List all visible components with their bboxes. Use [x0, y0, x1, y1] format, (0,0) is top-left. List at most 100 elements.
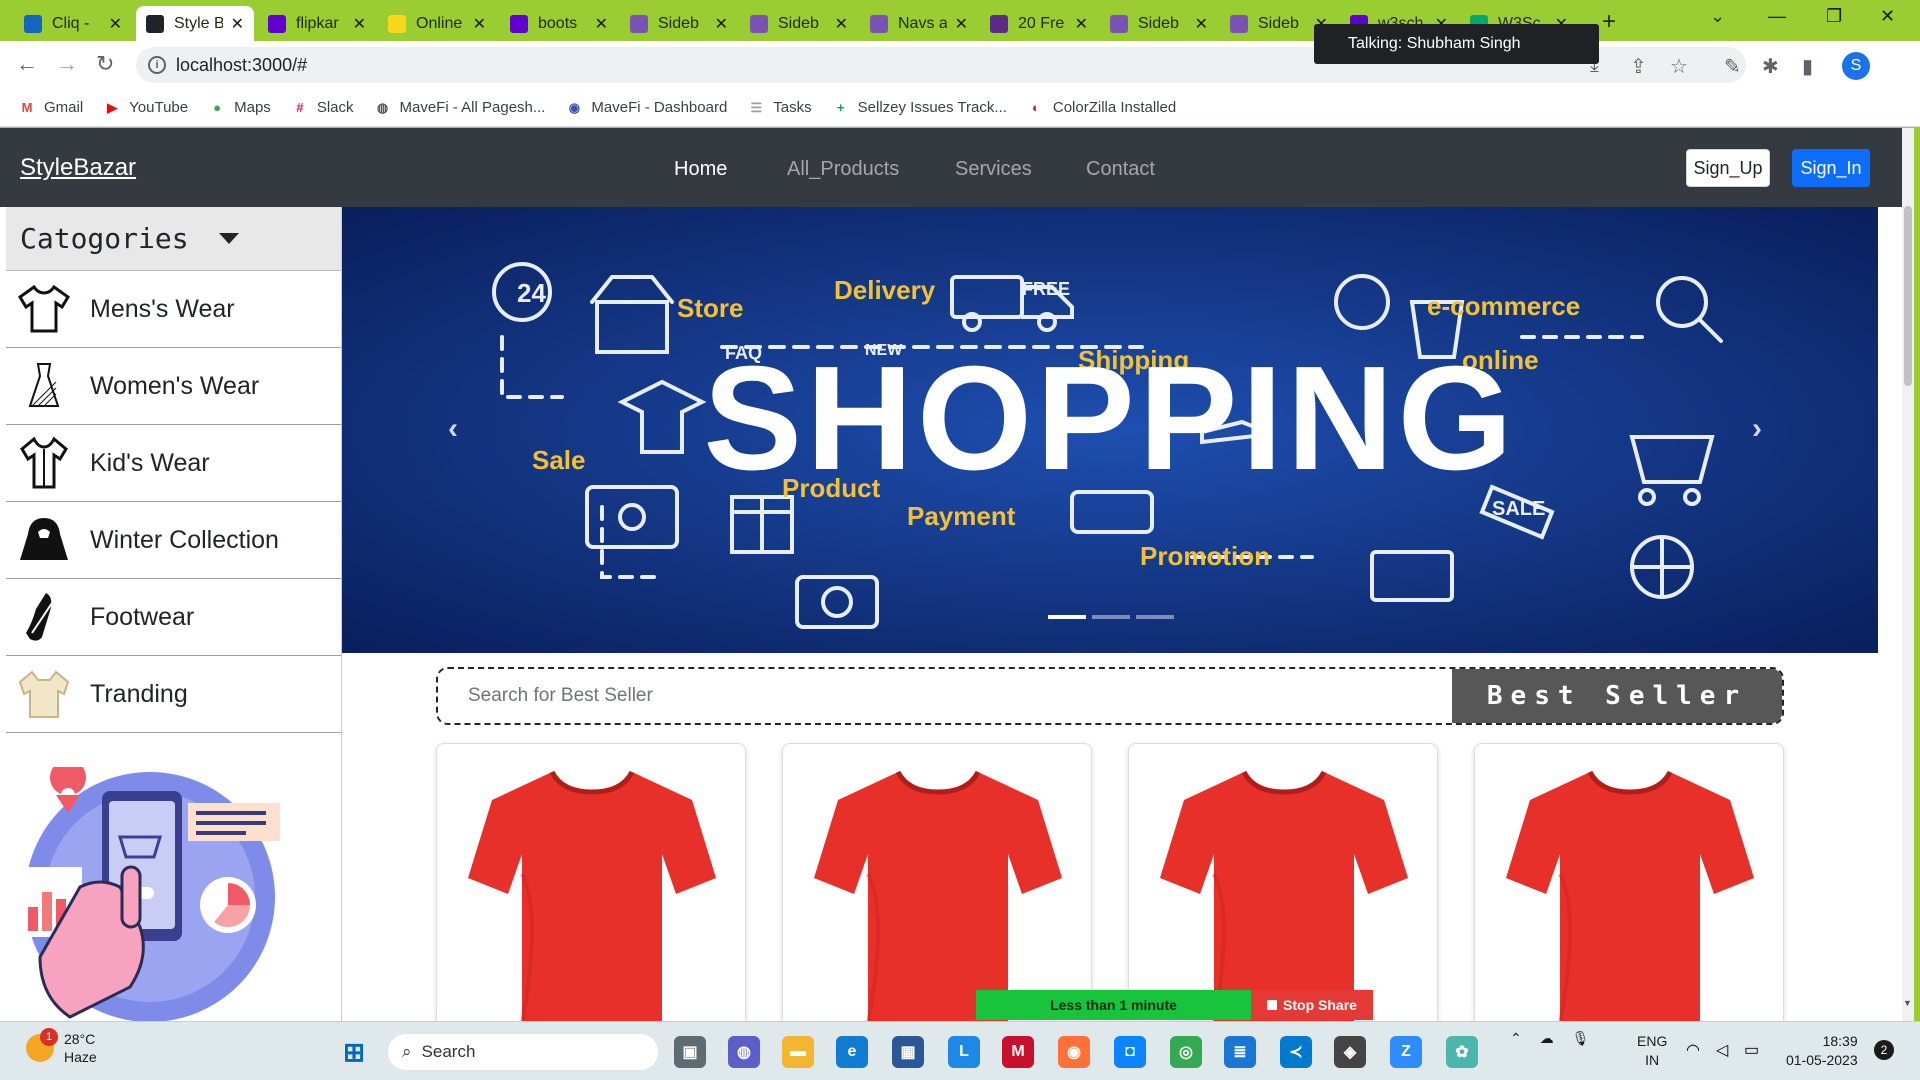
product-card[interactable] — [1128, 743, 1438, 1021]
category-dropdown-toggle[interactable]: Catogories — [6, 207, 341, 271]
share-page-icon[interactable]: ⇪ — [1630, 54, 1647, 79]
tab-close-icon[interactable]: ✕ — [715, 14, 728, 34]
chat-icon[interactable]: ◍ — [728, 1036, 760, 1068]
tab-close-icon[interactable]: ✕ — [595, 14, 608, 34]
brand-logo[interactable]: StyleBazar — [20, 154, 136, 182]
browser-tab[interactable]: Style B ✕ — [136, 6, 254, 41]
carousel-prev-icon[interactable]: ‹ — [448, 412, 458, 446]
browser-tab[interactable]: 20 Fre ✕ — [980, 6, 1098, 41]
wifi-icon[interactable]: ◠ — [1686, 1040, 1700, 1060]
reload-icon[interactable]: ↻ — [96, 51, 114, 77]
bookmark-item[interactable]: + Sellzey Issues Track... — [832, 99, 1007, 117]
tab-close-icon[interactable]: ✕ — [473, 14, 486, 34]
stop-share-button[interactable]: Stop Share — [1251, 990, 1373, 1020]
browser-tab[interactable]: Sideb ✕ — [740, 6, 858, 41]
taskbar-clock[interactable]: 18:39 01-05-2023 — [1786, 1032, 1858, 1070]
product-card[interactable] — [782, 743, 1092, 1021]
app-square-icon[interactable]: ◘ — [1114, 1036, 1146, 1068]
bookmark-item[interactable]: ◐ ColorZilla Installed — [1027, 99, 1176, 117]
tab-close-icon[interactable]: ✕ — [109, 14, 122, 34]
bookmark-item[interactable]: M Gmail — [18, 99, 84, 117]
eyedropper-icon[interactable]: ✎ — [1724, 54, 1741, 79]
browser-tab[interactable]: Navs a ✕ — [860, 6, 978, 41]
nav-home[interactable]: Home — [674, 158, 727, 181]
file-explorer-icon[interactable]: ▬ — [782, 1036, 814, 1068]
tray-chevron-icon[interactable]: ⌃ — [1510, 1030, 1522, 1047]
weather-widget[interactable]: 1 28°C Haze — [26, 1028, 97, 1066]
zoom-icon[interactable]: Z — [1390, 1036, 1422, 1068]
nav-contact[interactable]: Contact — [1086, 158, 1155, 181]
bookmark-star-icon[interactable]: ☆ — [1670, 54, 1688, 79]
side-panel-icon[interactable]: ▮ — [1802, 54, 1813, 79]
forward-icon[interactable]: → — [56, 51, 78, 77]
sign-in-button[interactable]: Sign_In — [1792, 149, 1870, 187]
browser-tab[interactable]: Sideb ✕ — [620, 6, 738, 41]
vscode-icon[interactable]: ≺ — [1280, 1036, 1312, 1068]
l-app-icon[interactable]: L — [948, 1036, 980, 1068]
best-seller-button[interactable]: Best Seller — [1452, 669, 1782, 723]
language-indicator[interactable]: ENG IN — [1637, 1032, 1667, 1070]
carousel-indicator-1[interactable] — [1048, 615, 1086, 619]
task-view-icon[interactable]: ▣ — [674, 1036, 706, 1068]
tab-search-icon[interactable]: ⌄ — [1710, 6, 1725, 27]
soccer-app-icon[interactable]: ◈ — [1334, 1036, 1366, 1068]
onedrive-icon[interactable]: ☁ — [1540, 1030, 1554, 1047]
chrome-icon[interactable]: ◎ — [1170, 1036, 1202, 1068]
firefox-icon[interactable]: ◉ — [1058, 1036, 1090, 1068]
bookmark-item[interactable]: ☰ Tasks — [747, 99, 811, 117]
category-item[interactable]: Women's Wear — [6, 348, 341, 425]
restore-icon[interactable]: ❐ — [1826, 6, 1842, 27]
taskbar-search[interactable]: ⌕ Search — [388, 1034, 658, 1070]
tab-close-icon[interactable]: ✕ — [353, 14, 366, 34]
settings-app-icon[interactable]: ✿ — [1446, 1036, 1478, 1068]
browser-tab[interactable]: Cliq - ✕ — [14, 6, 132, 41]
store-icon[interactable]: ▦ — [892, 1036, 924, 1068]
battery-icon[interactable]: ▭ — [1744, 1040, 1759, 1060]
notepad-icon[interactable]: ≣ — [1224, 1036, 1256, 1068]
product-card[interactable] — [1474, 743, 1784, 1021]
category-item[interactable]: Tranding — [6, 656, 341, 733]
browser-tab[interactable]: Online ✕ — [378, 6, 496, 41]
bookmark-item[interactable]: ◉ MaveFi - Dashboard — [565, 99, 728, 117]
carousel-indicator-3[interactable] — [1136, 615, 1174, 619]
nav-all-products[interactable]: All_Products — [787, 158, 899, 181]
best-seller-search-input[interactable] — [438, 669, 1452, 723]
carousel-indicator-2[interactable] — [1092, 615, 1130, 619]
back-icon[interactable]: ← — [16, 51, 38, 77]
category-item[interactable]: Mens's Wear — [6, 271, 341, 348]
page-scrollbar[interactable]: ▲ ▼ — [1902, 128, 1914, 1021]
category-item[interactable]: Footwear — [6, 579, 341, 656]
bookmark-item[interactable]: ◍ MaveFi - All Pagesh... — [374, 99, 546, 117]
new-tab-icon[interactable]: + — [1602, 8, 1616, 36]
tab-close-icon[interactable]: ✕ — [1075, 14, 1088, 34]
bookmark-item[interactable]: # Slack — [291, 99, 353, 117]
category-item[interactable]: Kid's Wear — [6, 425, 341, 502]
tab-close-icon[interactable]: ✕ — [955, 14, 968, 34]
tab-close-icon[interactable]: ✕ — [1195, 14, 1208, 34]
mcafee-icon[interactable]: M — [1002, 1036, 1034, 1068]
sign-up-button[interactable]: Sign_Up — [1686, 149, 1770, 187]
extensions-icon[interactable]: ✱ — [1762, 54, 1779, 79]
category-item[interactable]: Winter Collection — [6, 502, 341, 579]
profile-avatar[interactable]: S — [1842, 52, 1870, 80]
edge-icon[interactable]: e — [836, 1036, 868, 1068]
product-card[interactable] — [436, 743, 746, 1021]
bookmark-item[interactable]: ● Maps — [208, 99, 271, 117]
browser-tab[interactable]: flipkar ✕ — [258, 6, 376, 41]
tab-close-icon[interactable]: ✕ — [231, 14, 244, 34]
microphone-icon[interactable]: 🎙 — [1572, 1030, 1590, 1047]
scroll-down-icon[interactable]: ▼ — [1903, 998, 1912, 1008]
browser-tab[interactable]: boots ✕ — [500, 6, 618, 41]
bookmark-item[interactable]: ▶ YouTube — [103, 99, 188, 117]
windows-start-icon[interactable]: ⊞ — [338, 1036, 370, 1068]
notification-badge[interactable]: 2 — [1874, 1040, 1894, 1060]
tab-close-icon[interactable]: ✕ — [835, 14, 848, 34]
minimize-icon[interactable]: — — [1768, 6, 1786, 27]
close-window-icon[interactable]: ✕ — [1880, 6, 1895, 27]
carousel-next-icon[interactable]: › — [1752, 412, 1762, 446]
browser-tab[interactable]: Sideb ✕ — [1100, 6, 1218, 41]
volume-icon[interactable]: ◁ — [1716, 1040, 1728, 1060]
scrollbar-thumb[interactable] — [1904, 206, 1912, 386]
site-info-icon[interactable]: i — [148, 56, 166, 74]
nav-services[interactable]: Services — [955, 158, 1032, 181]
